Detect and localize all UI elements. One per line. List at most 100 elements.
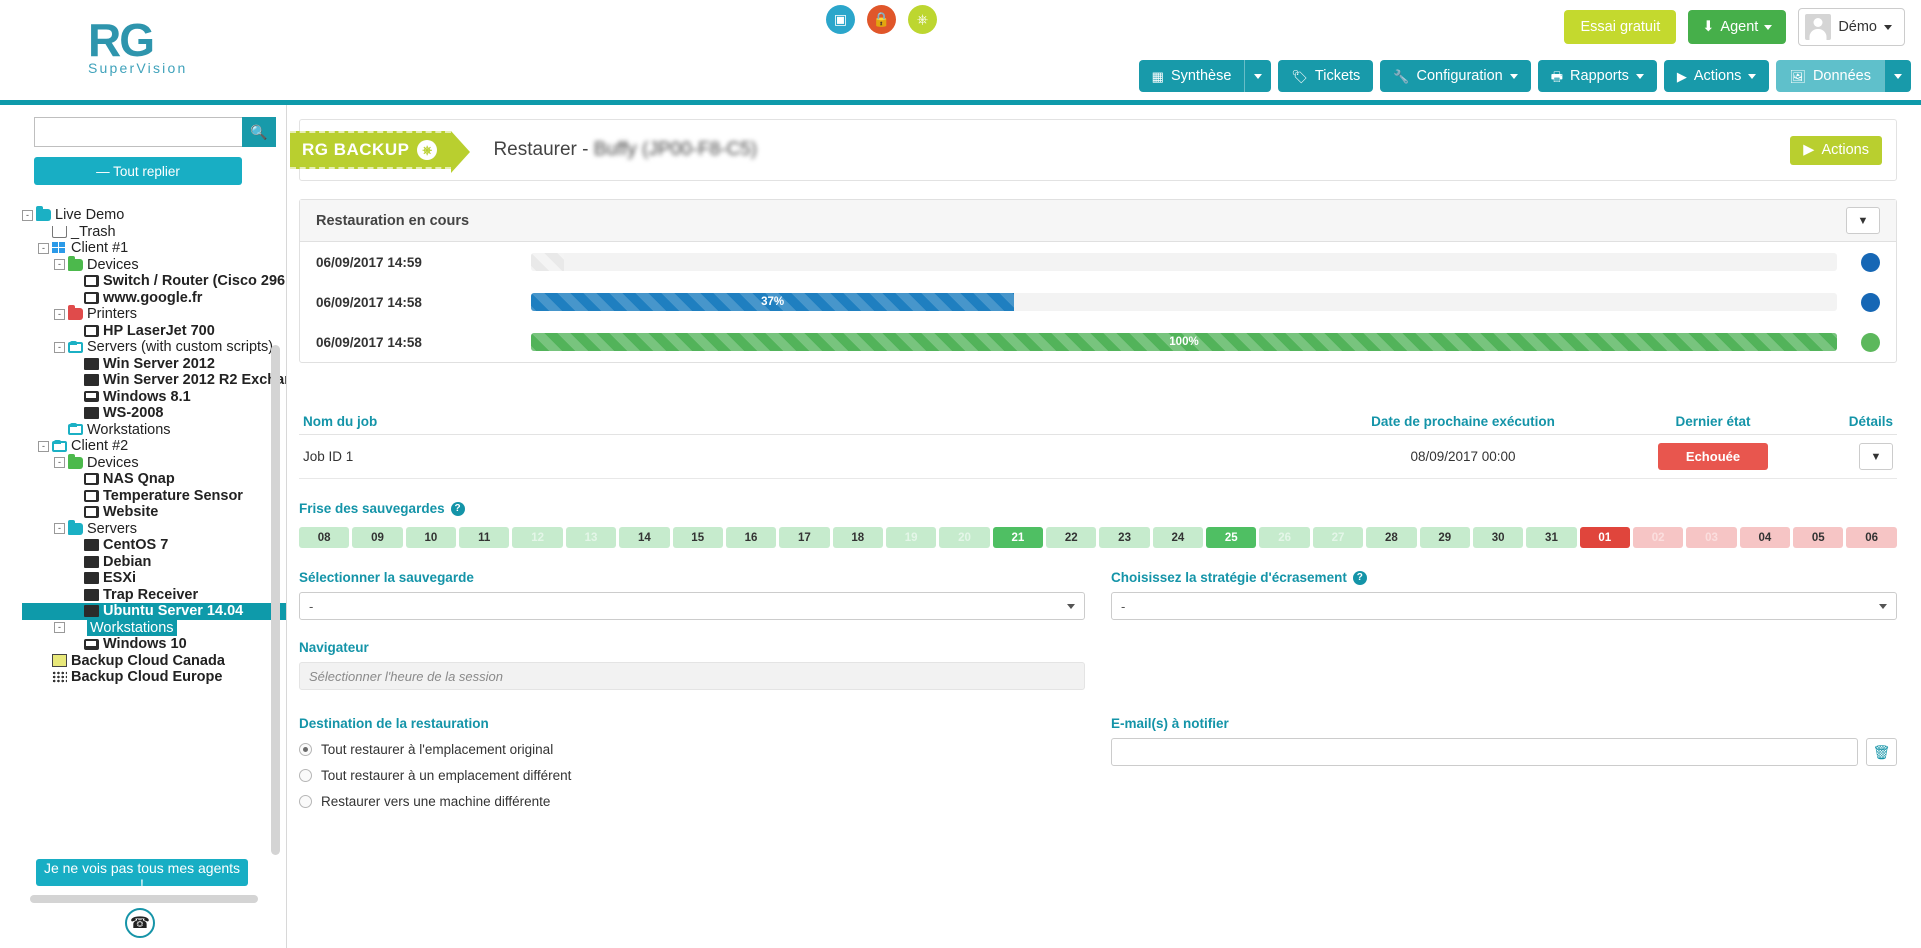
sidebar-vertical-scrollbar[interactable] [271, 345, 280, 855]
timeline-day[interactable]: 20 [939, 527, 990, 548]
tree-item[interactable]: Switch / Router (Cisco 296 [22, 273, 286, 290]
tree-item[interactable]: - Devices [22, 255, 286, 274]
timeline-day[interactable]: 13 [565, 527, 617, 548]
timeline-day[interactable]: 25 [1206, 527, 1257, 548]
tree-item[interactable]: - Devices [22, 453, 286, 472]
tree-item[interactable]: Debian [22, 554, 286, 571]
tree-item[interactable]: www.google.fr [22, 290, 286, 307]
timeline-day[interactable]: 01 [1579, 527, 1630, 548]
backup-icon[interactable]: ⎈ [908, 5, 937, 34]
nav-split-synthese[interactable] [1244, 60, 1272, 92]
timeline-day[interactable]: 10 [405, 527, 457, 548]
table-row[interactable]: Job ID 1 08/09/2017 00:00 Echouée ▼ [299, 435, 1897, 479]
tree-item[interactable]: HP LaserJet 700 [22, 323, 286, 340]
tree-item[interactable]: Ubuntu Server 14.04 [22, 603, 286, 620]
security-icon[interactable]: 🔒 [867, 5, 896, 34]
radio-button[interactable] [299, 795, 312, 808]
user-menu-button[interactable]: Démo [1798, 8, 1905, 46]
status-badge[interactable]: Echouée [1657, 443, 1769, 470]
backup-select[interactable]: - [299, 592, 1085, 620]
radio-option[interactable]: Tout restaurer à un emplacement différen… [299, 768, 1085, 783]
timeline-day[interactable]: 29 [1419, 527, 1470, 548]
timeline-day[interactable]: 17 [779, 527, 830, 548]
timeline-day[interactable]: 27 [1312, 527, 1364, 548]
timeline-day[interactable]: 03 [1686, 527, 1737, 548]
navigator-field[interactable]: Sélectionner l'heure de la session [299, 662, 1085, 690]
radio-button[interactable] [299, 743, 312, 756]
collapse-all-button[interactable]: — Tout replier [34, 157, 242, 185]
agent-download-button[interactable]: ⬇ Agent [1688, 10, 1787, 44]
timeline-day[interactable]: 22 [1046, 527, 1097, 548]
tree-item[interactable]: NAS Qnap [22, 471, 286, 488]
timeline-day[interactable]: 23 [1099, 527, 1150, 548]
tree-item[interactable]: - Client #2 [22, 438, 286, 455]
nav-item-configuration[interactable]: 🔧 Configuration [1380, 60, 1531, 92]
tree-expander[interactable]: - [38, 242, 49, 254]
timeline-day[interactable]: 04 [1739, 527, 1791, 548]
job-details-toggle[interactable]: ▼ [1859, 443, 1893, 470]
tree-item[interactable]: _Trash [22, 224, 286, 241]
tree-item[interactable]: Backup Cloud Europe [22, 669, 286, 686]
nav-item-donnees[interactable]: 🖼 Données [1776, 60, 1884, 92]
radio-option[interactable]: Tout restaurer à l'emplacement original [299, 742, 1085, 757]
search-button[interactable]: 🔍 [242, 117, 276, 147]
timeline-day[interactable]: 31 [1526, 527, 1577, 548]
timeline-day[interactable]: 08 [299, 527, 350, 548]
tree-expander[interactable]: - [54, 341, 65, 353]
search-input[interactable] [34, 117, 242, 147]
tree-item[interactable]: Win Server 2012 R2 Exchan [22, 372, 286, 389]
timeline-day[interactable]: 30 [1472, 527, 1524, 548]
radio-button[interactable] [299, 769, 312, 782]
timeline-day[interactable]: 15 [672, 527, 723, 548]
timeline-day[interactable]: 06 [1846, 527, 1897, 548]
timeline-day[interactable]: 09 [352, 527, 403, 548]
nav-item-synthese[interactable]: ▦ Synthèse [1138, 60, 1245, 92]
tree-expander[interactable]: - [54, 457, 65, 469]
tree-item[interactable]: Win Server 2012 [22, 356, 286, 373]
restore-panel-collapse-button[interactable]: ▼ [1846, 207, 1880, 234]
tree-item[interactable]: - Servers (with custom scripts) [22, 339, 286, 356]
timeline-day[interactable]: 24 [1152, 527, 1204, 548]
tree-item[interactable]: Temperature Sensor [22, 488, 286, 505]
tree-expander[interactable]: - [54, 523, 65, 535]
tree-item[interactable]: CentOS 7 [22, 537, 286, 554]
tree-item[interactable]: WS-2008 [22, 405, 286, 422]
timeline-day[interactable]: 16 [725, 527, 777, 548]
logo[interactable]: RG SuperVision [88, 17, 238, 86]
timeline-day[interactable]: 26 [1259, 527, 1310, 548]
timeline-day[interactable]: 02 [1632, 527, 1684, 548]
timeline-day[interactable]: 21 [992, 527, 1044, 548]
monitoring-icon[interactable]: ▣ [826, 5, 855, 34]
nav-item-rapports[interactable]: 🖶 Rapports [1537, 60, 1657, 92]
email-input[interactable] [1111, 738, 1858, 766]
timeline-day[interactable]: 28 [1366, 527, 1417, 548]
phone-icon[interactable]: ☎ [125, 908, 155, 938]
tree-item[interactable]: - Client #1 [22, 240, 286, 257]
missing-agents-button[interactable]: Je ne vois pas tous mes agents ! [36, 859, 248, 892]
timeline-day[interactable]: 05 [1793, 527, 1844, 548]
page-actions-button[interactable]: ▶ Actions [1790, 135, 1882, 165]
strategy-select[interactable]: - [1111, 592, 1897, 620]
tree-item[interactable]: - Workstations [22, 619, 286, 637]
tree-item[interactable]: Windows 8.1 [22, 389, 286, 406]
timeline-day[interactable]: 14 [619, 527, 670, 548]
nav-item-tickets[interactable]: 🏷 Tickets [1278, 60, 1374, 92]
help-icon[interactable]: ? [1352, 570, 1367, 585]
tree-expander[interactable]: - [54, 308, 65, 320]
timeline-day[interactable]: 12 [512, 527, 563, 548]
tree-item[interactable]: Backup Cloud Canada [22, 653, 286, 670]
tree-expander[interactable]: - [54, 259, 65, 271]
tree-expander[interactable]: - [54, 622, 65, 634]
tree-expander[interactable]: - [22, 209, 33, 221]
email-delete-button[interactable]: 🗑 [1866, 738, 1897, 766]
tree-item[interactable]: Trap Receiver [22, 587, 286, 604]
nav-split-donnees[interactable] [1884, 60, 1911, 92]
timeline-day[interactable]: 18 [832, 527, 883, 548]
timeline-day[interactable]: 19 [885, 527, 937, 548]
tree-item[interactable]: - Printers [22, 305, 286, 323]
sidebar-horizontal-scrollbar[interactable] [30, 895, 258, 903]
tree-item[interactable]: Windows 10 [22, 636, 286, 653]
tree-item[interactable]: - Live Demo [22, 206, 286, 224]
tree-item[interactable]: Workstations [22, 422, 286, 439]
help-icon[interactable]: ? [450, 501, 465, 516]
